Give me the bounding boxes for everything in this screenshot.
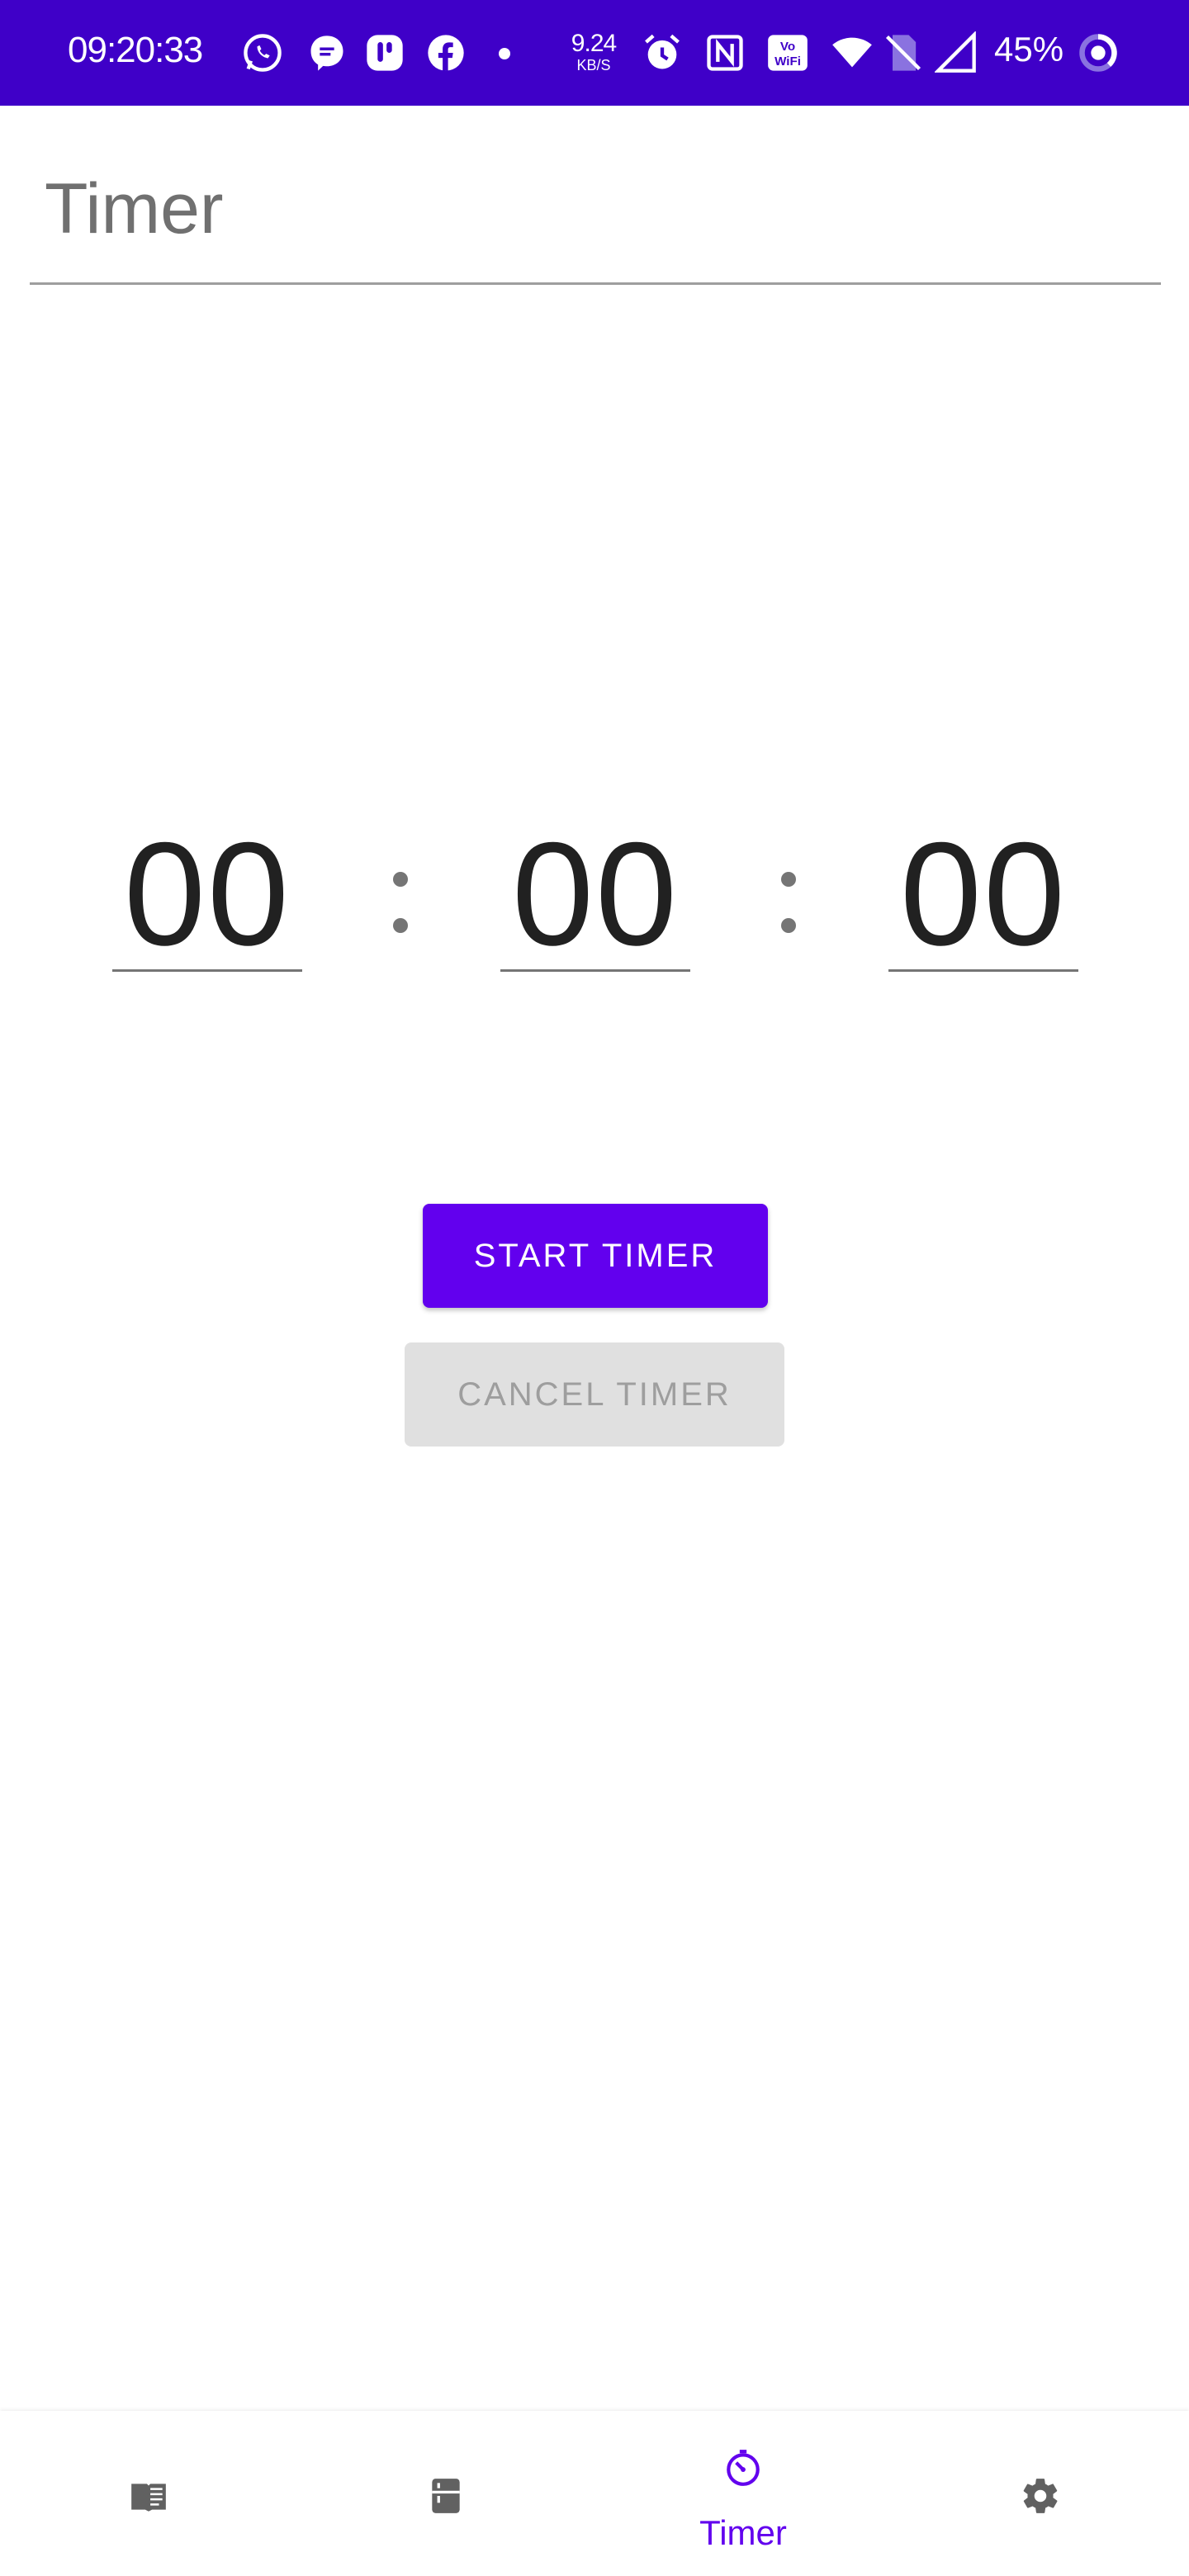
page-title: Timer [45,169,224,249]
net-speed-value: 9.24 [571,30,617,57]
nfc-icon [707,35,743,71]
network-speed: 9.24 KB/S [565,31,623,73]
nav-item-book[interactable] [0,2411,297,2576]
book-icon [131,2484,166,2512]
messages-icon [310,36,343,71]
nav-label-timer: Timer [699,2513,787,2552]
bottom-navigation: Timer [0,2411,1189,2576]
app-t-icon [367,35,403,71]
hours-value: 00 [124,812,291,976]
alarm-icon [645,34,680,69]
cancel-timer-button[interactable]: CANCEL TIMER [405,1342,784,1447]
minutes-field[interactable]: 00 [500,793,690,976]
svg-text:WiFi: WiFi [775,54,801,69]
signal-icon [935,31,976,73]
hours-field[interactable]: 00 [112,793,302,976]
colon-separator [393,872,408,941]
start-timer-button[interactable]: START TIMER [423,1204,768,1308]
svg-text:Vo: Vo [780,40,795,54]
wifi-icon [832,37,872,68]
nav-item-kitchen[interactable] [297,2411,594,2576]
timer-icon [727,2450,760,2486]
battery-ring-icon [1079,34,1117,72]
kitchen-icon [432,2479,460,2513]
net-speed-unit: KB/S [576,57,611,73]
facebook-icon [428,35,464,71]
minutes-value: 00 [512,812,679,976]
dot-icon [499,48,510,59]
colon-separator [781,872,796,941]
title-field[interactable]: Timer [30,107,1161,285]
settings-icon [1023,2479,1058,2513]
whatsapp-icon [244,34,282,72]
seconds-field[interactable]: 00 [888,793,1078,976]
nav-item-timer[interactable]: Timer [594,2411,892,2576]
status-bar: 09:20:33 9.24 KB/S Vo WiFi 45% [0,0,1189,106]
battery-percentage: 45% [994,30,1064,69]
nav-item-settings[interactable] [892,2411,1189,2576]
vowifi-icon: Vo WiFi [768,35,808,71]
no-sim-icon [885,35,921,71]
status-time: 09:20:33 [68,30,203,70]
seconds-value: 00 [900,812,1067,976]
